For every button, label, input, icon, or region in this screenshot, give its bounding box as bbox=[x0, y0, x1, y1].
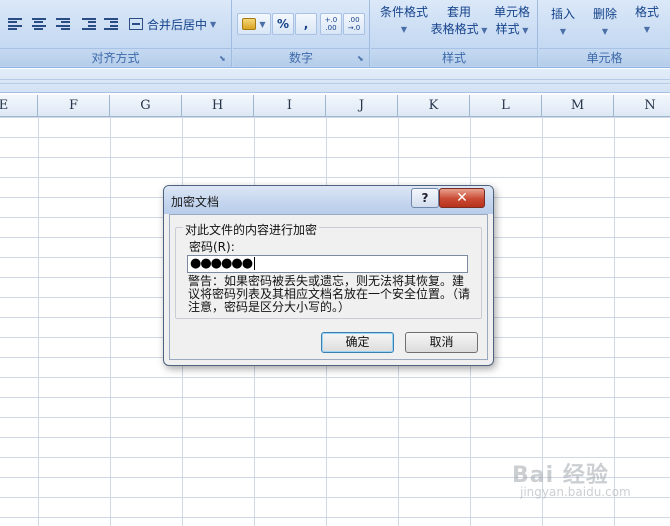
cells-group-label: 单元格 bbox=[539, 48, 670, 66]
dialog-titlebar[interactable]: 加密文档 ? ✕ bbox=[164, 186, 493, 214]
cancel-button[interactable]: 取消 bbox=[405, 332, 478, 353]
conditional-formatting-button[interactable]: 条件格式 ▼ bbox=[375, 4, 433, 38]
warning-text: 警告：如果密码被丢失或遗忘，则无法将其恢复。建议将密码列表及其相应文档名放在一个… bbox=[188, 274, 471, 314]
cell-styles-line2: 样式 bbox=[495, 22, 520, 36]
align-center-button[interactable] bbox=[28, 13, 50, 35]
help-button[interactable]: ? bbox=[411, 188, 439, 208]
decrease-indent-button[interactable] bbox=[78, 13, 100, 35]
merge-center-icon bbox=[129, 18, 143, 30]
increase-decimal-button[interactable]: +.0 .00 bbox=[320, 13, 342, 35]
format-as-table-line1: 套用 bbox=[446, 5, 471, 19]
currency-icon bbox=[242, 18, 257, 30]
delete-label: 删除 bbox=[592, 7, 617, 21]
column-header-m[interactable]: M bbox=[542, 95, 614, 117]
column-header-l[interactable]: L bbox=[470, 95, 542, 117]
number-dialog-launcher-icon[interactable]: ⬊ bbox=[357, 54, 366, 63]
alignment-group: 合并后居中 ▼ 对齐方式 ⬊ bbox=[0, 0, 232, 68]
cell-styles-dropdown-icon: ▼ bbox=[519, 26, 529, 35]
format-as-table-line2: 表格格式 bbox=[430, 22, 479, 36]
align-right-icon bbox=[56, 18, 70, 30]
decrease-indent-icon bbox=[82, 18, 96, 30]
column-header-j[interactable]: J bbox=[326, 95, 398, 117]
number-group-label: 数字 bbox=[233, 48, 369, 66]
column-headers: E F G H I J K L M N bbox=[0, 95, 670, 117]
column-header-f[interactable]: F bbox=[38, 95, 110, 117]
close-button[interactable]: ✕ bbox=[439, 188, 485, 208]
format-dropdown-icon: ▼ bbox=[643, 25, 651, 34]
insert-label: 插入 bbox=[550, 7, 575, 21]
number-group: ▼ % , +.0 .00 .00 →.0 数字 ⬊ bbox=[233, 0, 370, 68]
column-header-i[interactable]: I bbox=[254, 95, 326, 117]
align-center-icon bbox=[32, 18, 46, 30]
align-right-button[interactable] bbox=[52, 13, 74, 35]
insert-dropdown-icon: ▼ bbox=[559, 27, 567, 36]
encrypt-group-title: 对此文件的内容进行加密 bbox=[183, 221, 320, 238]
delete-dropdown-icon: ▼ bbox=[601, 27, 609, 36]
percent-label: % bbox=[276, 17, 290, 31]
formula-bar-strip bbox=[0, 69, 670, 93]
comma-label: , bbox=[303, 17, 309, 31]
conditional-formatting-label: 条件格式 bbox=[379, 5, 428, 19]
watermark-sub: jingyan.baidu.com bbox=[520, 485, 631, 499]
format-button[interactable]: 格式 ▼ bbox=[629, 4, 665, 38]
merge-center-button[interactable]: 合并后居中 ▼ bbox=[128, 13, 226, 35]
percent-style-button[interactable]: % bbox=[272, 13, 294, 35]
accounting-format-button[interactable]: ▼ bbox=[237, 13, 271, 35]
format-as-table-dropdown-icon: ▼ bbox=[478, 26, 488, 35]
column-header-e[interactable]: E bbox=[0, 95, 38, 117]
column-header-h[interactable]: H bbox=[182, 95, 254, 117]
ok-button[interactable]: 确定 bbox=[321, 332, 394, 353]
merge-center-dropdown-icon: ▼ bbox=[210, 19, 217, 29]
decrease-decimal-label: .00 →.0 bbox=[347, 16, 361, 32]
alignment-group-label: 对齐方式 bbox=[0, 48, 231, 66]
column-header-n[interactable]: N bbox=[614, 95, 670, 117]
alignment-dialog-launcher-icon[interactable]: ⬊ bbox=[219, 54, 228, 63]
text-caret bbox=[254, 257, 256, 270]
password-value: ●●●●●● bbox=[190, 256, 253, 271]
column-header-g[interactable]: G bbox=[110, 95, 182, 117]
column-header-k[interactable]: K bbox=[398, 95, 470, 117]
cell-styles-line1: 单元格 bbox=[493, 5, 530, 19]
dialog-title: 加密文档 bbox=[171, 195, 220, 209]
format-as-table-button[interactable]: 套用 表格格式 ▼ bbox=[429, 4, 489, 39]
align-left-icon bbox=[8, 18, 22, 30]
merge-center-label: 合并后居中 bbox=[147, 17, 208, 32]
comma-style-button[interactable]: , bbox=[295, 13, 317, 35]
align-left-button[interactable] bbox=[4, 13, 26, 35]
increase-indent-button[interactable] bbox=[100, 13, 122, 35]
cell-styles-button[interactable]: 单元格 样式 ▼ bbox=[489, 4, 535, 39]
insert-button[interactable]: 插入 ▼ bbox=[545, 4, 581, 40]
decrease-decimal-button[interactable]: .00 →.0 bbox=[343, 13, 365, 35]
delete-button[interactable]: 删除 ▼ bbox=[587, 4, 623, 40]
format-label: 格式 bbox=[634, 5, 659, 19]
styles-group-label: 样式 bbox=[371, 48, 537, 66]
styles-group: 条件格式 ▼ 套用 表格格式 ▼ 单元格 样式 ▼ 样式 bbox=[371, 0, 538, 68]
accounting-dropdown-icon: ▼ bbox=[259, 19, 266, 29]
password-input[interactable]: ●●●●●● bbox=[187, 255, 468, 273]
conditional-formatting-dropdown-icon: ▼ bbox=[400, 25, 408, 34]
cells-group: 插入 ▼ 删除 ▼ 格式 ▼ 单元格 bbox=[539, 0, 670, 68]
ribbon: 合并后居中 ▼ 对齐方式 ⬊ ▼ % , +.0 .00 .00 →.0 数字 … bbox=[0, 0, 670, 68]
increase-decimal-label: +.0 .00 bbox=[324, 16, 338, 32]
password-label: 密码(R): bbox=[189, 240, 235, 254]
increase-indent-icon bbox=[104, 18, 118, 30]
baidu-watermark: Bai 经验 jingyan.baidu.com bbox=[512, 455, 662, 515]
